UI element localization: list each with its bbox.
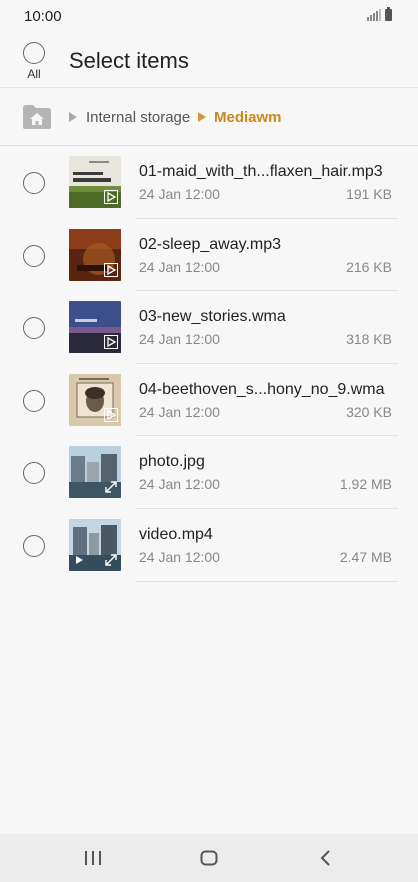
- file-size: 216 KB: [346, 258, 392, 275]
- file-size: 318 KB: [346, 331, 392, 348]
- file-date: 24 Jan 12:00: [139, 186, 220, 202]
- home-folder-icon[interactable]: [22, 103, 52, 130]
- status-time: 10:00: [24, 8, 62, 25]
- breadcrumb-item-current[interactable]: Mediawm: [214, 109, 282, 126]
- file-date: 24 Jan 12:00: [139, 403, 220, 420]
- expand-icon: [105, 554, 117, 566]
- row-divider: [136, 580, 398, 582]
- select-radio[interactable]: [23, 389, 45, 412]
- file-date: 24 Jan 12:00: [139, 331, 220, 348]
- select-all-label: All: [27, 67, 41, 81]
- select-radio[interactable]: [23, 172, 45, 194]
- list-item[interactable]: 03-new_stories.wma 24 Jan 12:00 318 KB: [0, 291, 418, 364]
- list-item[interactable]: 01-maid_with_th...flaxen_hair.mp3 24 Jan…: [0, 146, 418, 219]
- file-name: 02-sleep_away.mp3: [139, 235, 282, 253]
- navigation-bar: [0, 834, 418, 882]
- back-icon[interactable]: [314, 846, 338, 870]
- play-icon: [104, 407, 118, 422]
- file-name: 03-new_stories.wma: [139, 308, 286, 326]
- select-radio[interactable]: [23, 462, 45, 485]
- list-item[interactable]: 04-beethoven_s...hony_no_9.wma 24 Jan 12…: [0, 364, 418, 437]
- file-size: 1.92 MB: [339, 476, 392, 493]
- file-name: video.mp4: [139, 525, 213, 543]
- file-name: 04-beethoven_s...hony_no_9.wma: [139, 380, 385, 398]
- status-icons: [367, 7, 392, 21]
- play-icon: [104, 335, 118, 350]
- recents-icon[interactable]: [81, 846, 105, 870]
- select-all-radio[interactable]: [23, 42, 45, 64]
- play-icon: [104, 262, 118, 277]
- play-icon: [104, 190, 118, 204]
- header: All Select items: [0, 32, 418, 88]
- page-title: Select items: [69, 48, 189, 73]
- select-radio[interactable]: [23, 244, 45, 267]
- chevron-right-icon: [69, 112, 77, 122]
- chevron-right-icon: [198, 112, 206, 122]
- file-size: 320 KB: [346, 403, 392, 420]
- select-all-button[interactable]: All: [20, 42, 48, 81]
- video-play-icon: [76, 555, 83, 564]
- file-size: 191 KB: [346, 186, 392, 202]
- file-name: photo.jpg: [139, 453, 205, 471]
- file-name: 01-maid_with_th...flaxen_hair.mp3: [139, 163, 383, 180]
- header-divider: [0, 87, 418, 88]
- file-size: 2.47 MB: [339, 548, 392, 565]
- file-list: 01-maid_with_th...flaxen_hair.mp3 24 Jan…: [0, 146, 418, 582]
- select-radio[interactable]: [23, 534, 45, 557]
- battery-icon: [385, 7, 392, 21]
- list-item[interactable]: 02-sleep_away.mp3 24 Jan 12:00 216 KB: [0, 219, 418, 292]
- file-date: 24 Jan 12:00: [139, 476, 220, 493]
- list-item[interactable]: video.mp4 24 Jan 12:00 2.47 MB: [0, 509, 418, 582]
- expand-icon: [105, 481, 117, 494]
- list-item[interactable]: photo.jpg 24 Jan 12:00 1.92 MB: [0, 436, 418, 509]
- signal-icon: [367, 9, 381, 21]
- status-bar: 10:00: [0, 0, 418, 32]
- home-icon[interactable]: [197, 846, 221, 870]
- file-date: 24 Jan 12:00: [139, 548, 220, 565]
- breadcrumb: Internal storage Mediawm: [0, 89, 418, 145]
- breadcrumb-item-internal-storage[interactable]: Internal storage: [86, 109, 190, 126]
- select-radio[interactable]: [23, 317, 45, 340]
- file-date: 24 Jan 12:00: [139, 258, 220, 275]
